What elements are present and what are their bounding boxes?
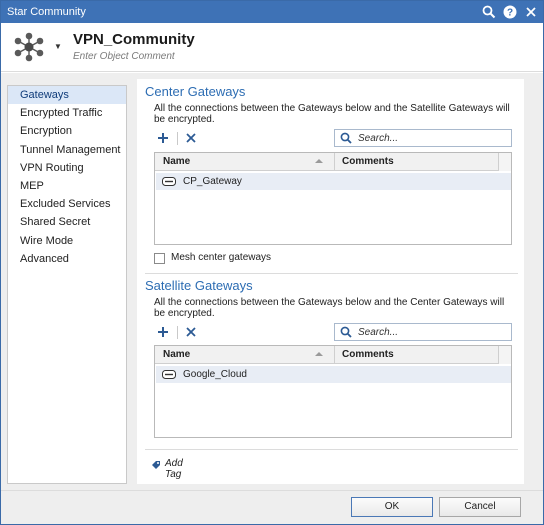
sort-ascending-icon[interactable]	[315, 352, 323, 356]
toolbar-divider	[177, 132, 178, 145]
mesh-center-gateways-checkbox[interactable]	[154, 253, 165, 264]
dialog-body: Gateways Encrypted Traffic Encryption Tu…	[1, 73, 543, 490]
center-gateways-table[interactable]: Name Comments CP_Gateway	[154, 152, 512, 245]
satellite-gateways-title: Satellite Gateways	[145, 278, 253, 293]
gateway-name: Google_Cloud	[183, 369, 247, 380]
section-divider	[145, 449, 518, 450]
sidebar: Gateways Encrypted Traffic Encryption Tu…	[7, 85, 127, 484]
cancel-button[interactable]: Cancel	[439, 497, 521, 517]
center-gateways-toolbar: Search...	[154, 129, 514, 149]
column-comments[interactable]: Comments	[342, 346, 394, 364]
table-row[interactable]: Google_Cloud	[156, 366, 511, 383]
table-row[interactable]: CP_Gateway	[156, 173, 511, 190]
sidebar-item-excluded-services[interactable]: Excluded Services	[8, 195, 126, 213]
search-placeholder: Search...	[358, 327, 399, 338]
sidebar-item-wire-mode[interactable]: Wire Mode	[8, 232, 126, 250]
add-satellite-gateway-button[interactable]	[154, 323, 172, 341]
section-divider	[145, 273, 518, 274]
column-comments[interactable]: Comments	[342, 153, 394, 171]
object-comment-field[interactable]: Enter Object Comment	[73, 51, 175, 62]
scrollbar[interactable]	[498, 346, 511, 364]
object-name[interactable]: VPN_Community	[73, 31, 195, 48]
object-header: ▼ VPN_Community Enter Object Comment	[1, 23, 543, 72]
mesh-center-gateways-label: Mesh center gateways	[171, 252, 272, 263]
svg-text:?: ?	[507, 8, 513, 19]
gateways-panel: Center Gateways All the connections betw…	[137, 79, 524, 484]
column-name[interactable]: Name	[163, 153, 190, 171]
help-icon[interactable]: ?	[502, 4, 518, 20]
add-tag-label: Add Tag	[165, 458, 183, 480]
satellite-gateways-toolbar: Search...	[154, 323, 514, 343]
center-search-input[interactable]: Search...	[334, 129, 512, 147]
scrollbar[interactable]	[498, 153, 511, 171]
sidebar-item-tunnel-management[interactable]: Tunnel Management	[8, 141, 126, 159]
sidebar-item-gateways[interactable]: Gateways	[8, 86, 126, 105]
gateway-icon	[162, 177, 176, 189]
table-header: Name Comments	[155, 153, 511, 171]
close-icon[interactable]	[523, 4, 539, 20]
column-divider[interactable]	[334, 346, 335, 364]
sidebar-item-mep[interactable]: MEP	[8, 177, 126, 195]
window-title: Star Community	[7, 6, 86, 18]
center-gateways-title: Center Gateways	[145, 84, 246, 99]
remove-center-gateway-button[interactable]	[182, 129, 200, 147]
dialog-footer: OK Cancel	[1, 490, 543, 524]
gateway-icon	[162, 370, 176, 382]
sort-ascending-icon[interactable]	[315, 159, 323, 163]
add-center-gateway-button[interactable]	[154, 129, 172, 147]
column-divider[interactable]	[334, 153, 335, 171]
sidebar-item-shared-secret[interactable]: Shared Secret	[8, 213, 126, 231]
satellite-gateways-table[interactable]: Name Comments Google_Cloud	[154, 345, 512, 438]
table-header: Name Comments	[155, 346, 511, 364]
icon-dropdown-icon[interactable]: ▼	[54, 42, 62, 51]
star-community-dialog: Star Community ? ▼ VPN_Community Enter O…	[0, 0, 544, 525]
satellite-gateways-description: All the connections between the Gateways…	[154, 297, 505, 319]
star-community-icon[interactable]	[11, 31, 47, 63]
toolbar-divider	[177, 326, 178, 339]
satellite-search-input[interactable]: Search...	[334, 323, 512, 341]
center-gateways-description: All the connections between the Gateways…	[154, 103, 510, 125]
gateway-name: CP_Gateway	[183, 176, 242, 187]
column-name[interactable]: Name	[163, 346, 190, 364]
sidebar-item-encryption[interactable]: Encryption	[8, 122, 126, 140]
ok-button[interactable]: OK	[351, 497, 433, 517]
sidebar-item-vpn-routing[interactable]: VPN Routing	[8, 159, 126, 177]
title-bar[interactable]: Star Community ?	[1, 1, 543, 23]
title-bar-icons: ?	[481, 3, 539, 21]
sidebar-item-advanced[interactable]: Advanced	[8, 250, 126, 268]
remove-satellite-gateway-button[interactable]	[182, 323, 200, 341]
sidebar-item-encrypted-traffic[interactable]: Encrypted Traffic	[8, 104, 126, 122]
search-icon	[340, 132, 352, 147]
search-icon[interactable]	[481, 4, 497, 20]
tag-icon	[151, 460, 161, 473]
search-placeholder: Search...	[358, 133, 399, 144]
search-icon	[340, 326, 352, 341]
